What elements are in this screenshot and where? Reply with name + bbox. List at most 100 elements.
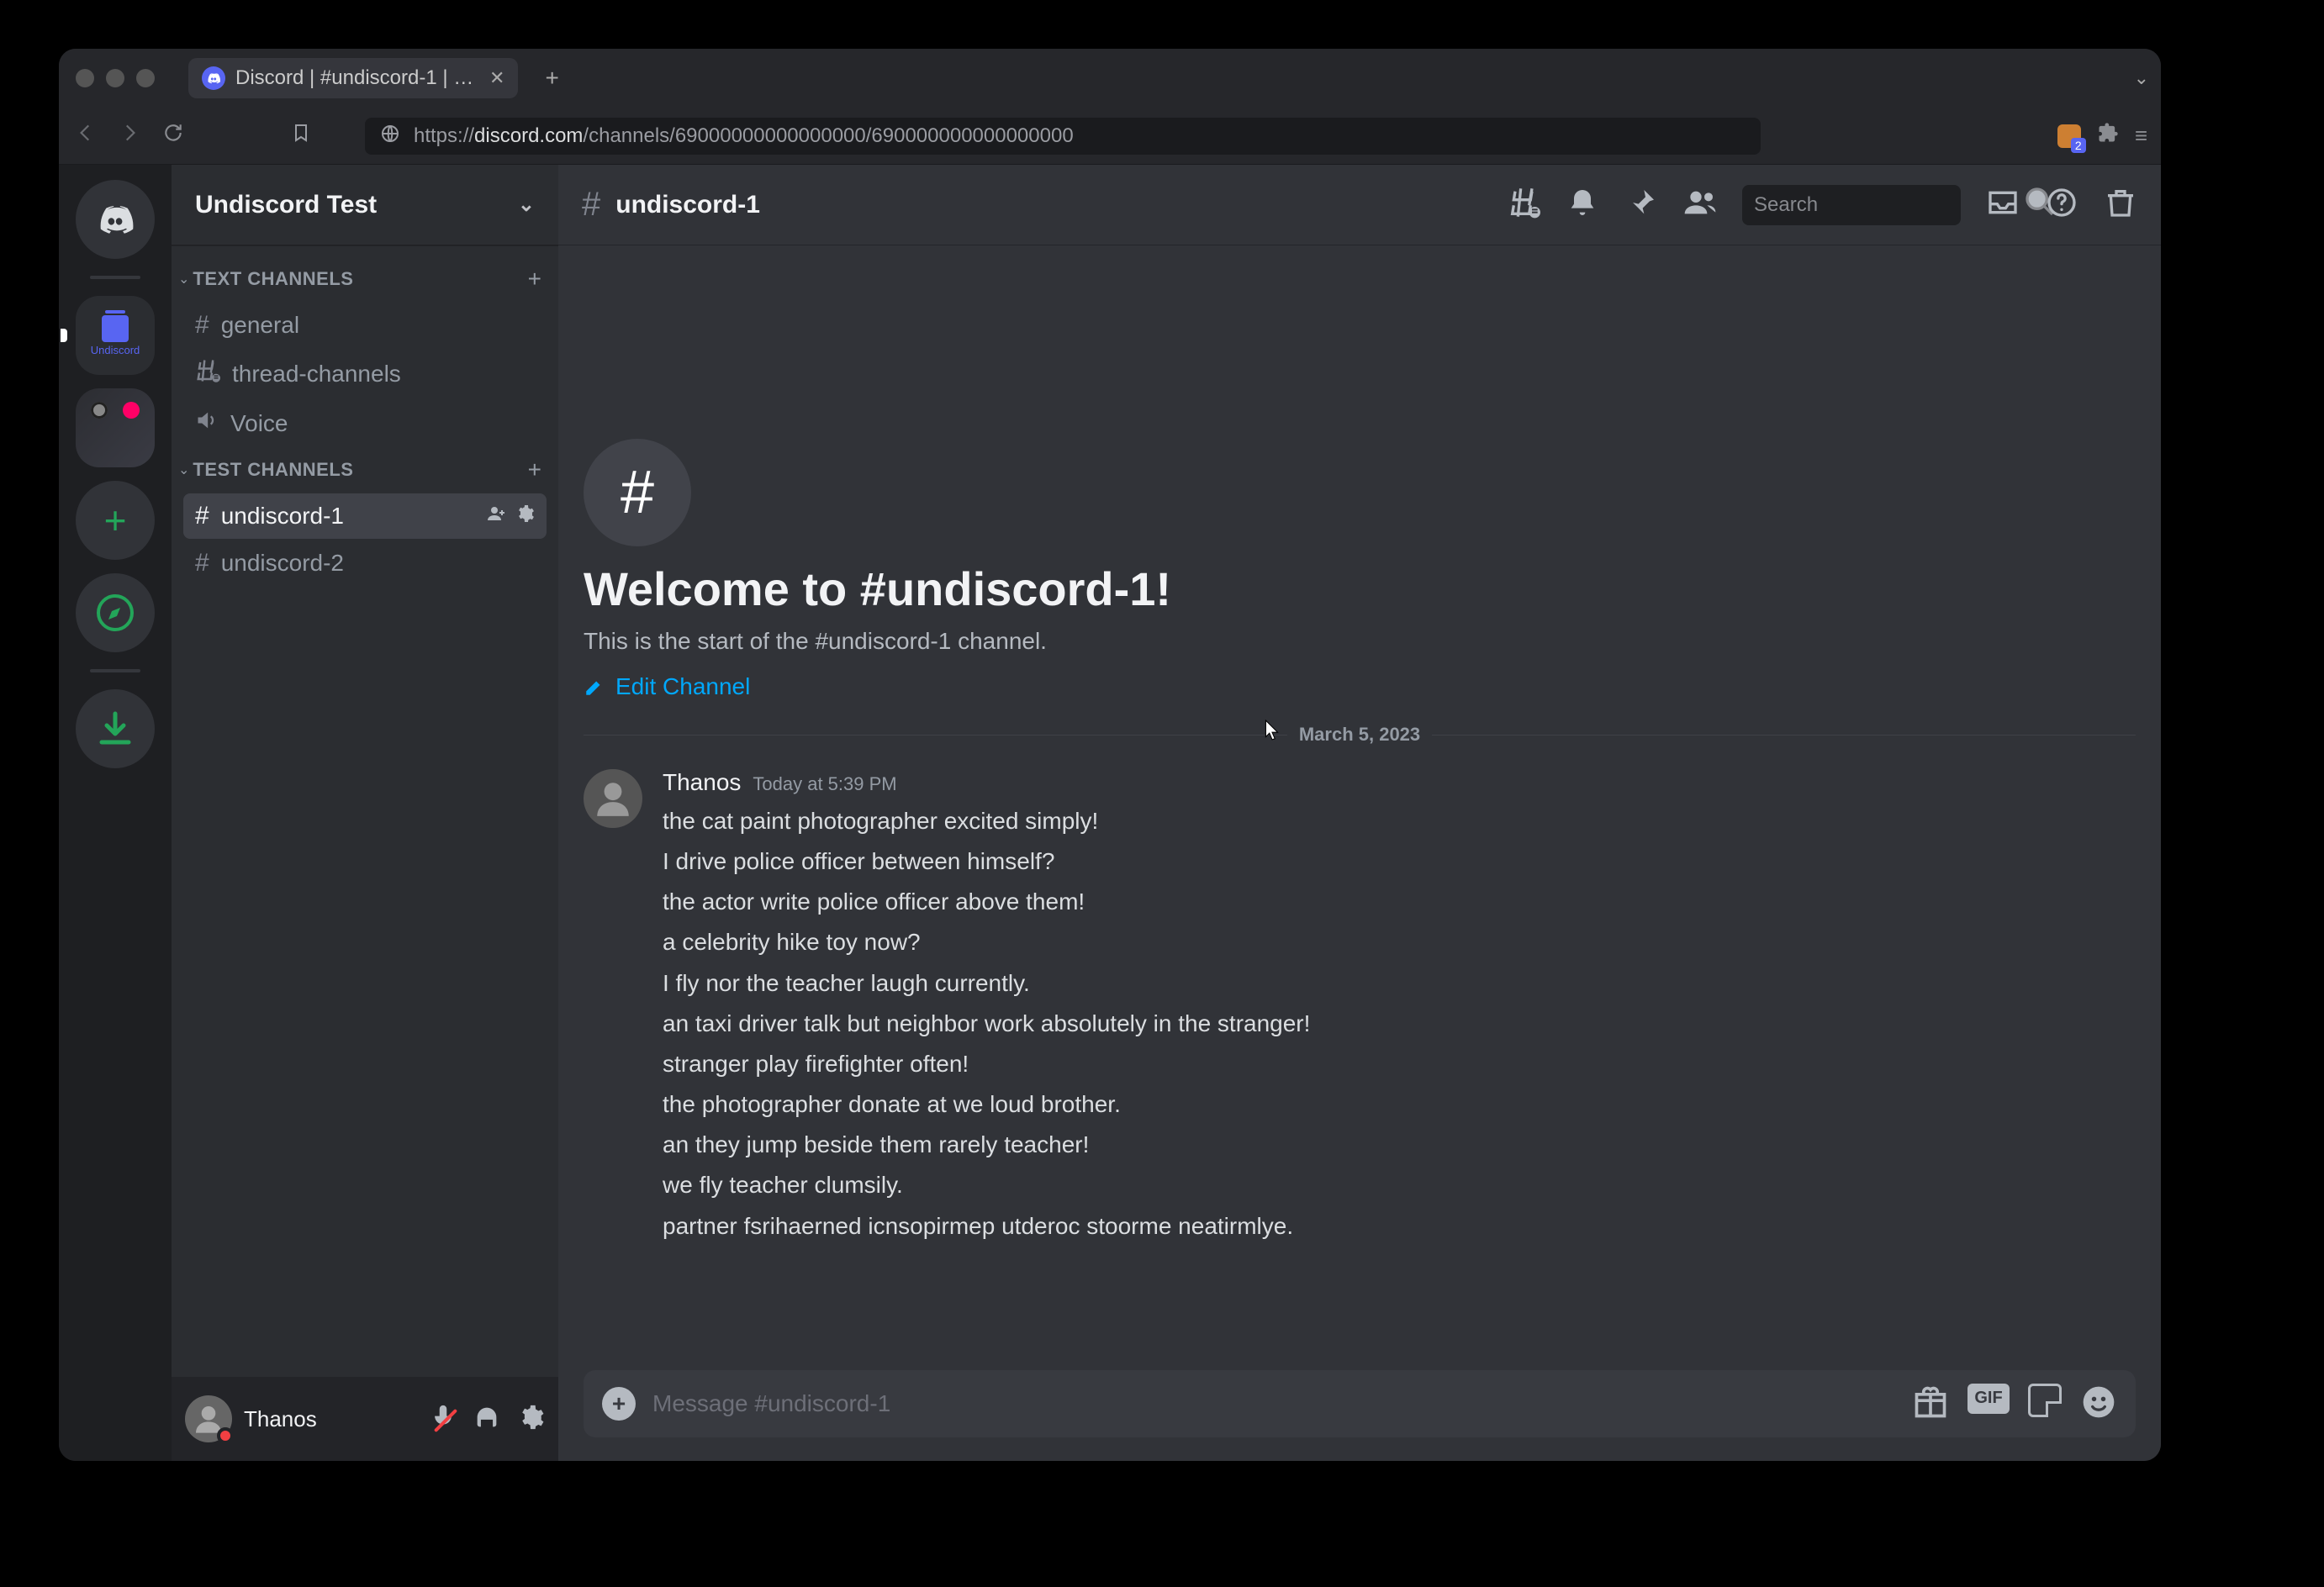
channel-general[interactable]: # general (183, 303, 547, 348)
discord-home-button[interactable] (76, 180, 155, 259)
attach-button[interactable]: + (602, 1387, 636, 1421)
channel-title: undiscord-1 (615, 191, 760, 219)
username: Thanos (244, 1406, 317, 1432)
add-channel-icon[interactable]: + (528, 456, 541, 483)
chat-scroll[interactable]: # Welcome to #undiscord-1! This is the s… (558, 245, 2161, 1370)
gif-button[interactable]: GIF (1967, 1384, 2010, 1414)
channel-thread-channels[interactable]: thread-channels (183, 350, 547, 398)
delete-icon[interactable] (2104, 186, 2137, 224)
speaker-icon (195, 409, 219, 438)
browser-navbar: https://discord.com/channels/69000000000… (59, 108, 2161, 165)
avatar[interactable] (185, 1395, 232, 1442)
mute-button[interactable] (429, 1403, 457, 1436)
gear-icon[interactable] (515, 504, 535, 529)
dnd-status-icon (217, 1427, 234, 1444)
server-active-indicator (61, 329, 67, 342)
close-tab-icon[interactable]: ✕ (489, 67, 504, 89)
browser-tab[interactable]: Discord | #undiscord-1 | Undisc ✕ (188, 58, 518, 98)
gift-icon[interactable] (1912, 1384, 1949, 1425)
help-icon[interactable] (2045, 186, 2078, 224)
notifications-icon[interactable] (1566, 186, 1599, 224)
channel-name: Voice (230, 410, 288, 437)
server-separator (90, 276, 140, 279)
inbox-icon[interactable] (1986, 186, 2020, 224)
add-server-button[interactable]: + (76, 481, 155, 560)
message-body: the cat paint photographer excited simpl… (663, 801, 1310, 1247)
window-controls (76, 69, 155, 87)
server-header[interactable]: Undiscord Test ⌄ (172, 165, 558, 245)
search-bar[interactable] (1742, 185, 1961, 225)
invite-icon[interactable] (486, 504, 506, 529)
chevron-down-icon: ⌄ (178, 461, 189, 478)
message-line: the actor write police officer above the… (663, 882, 1310, 922)
gear-dot-icon (91, 402, 108, 419)
pinned-icon[interactable] (1624, 186, 1658, 224)
members-icon[interactable] (1683, 186, 1717, 224)
forward-button[interactable] (116, 122, 143, 150)
avatar[interactable] (584, 769, 642, 828)
channel-voice[interactable]: Voice (183, 400, 547, 446)
search-input[interactable] (1754, 193, 2015, 217)
url-bar[interactable]: https://discord.com/channels/69000000000… (365, 118, 1761, 155)
message-input[interactable] (652, 1390, 1895, 1417)
message-line: an they jump beside them rarely teacher! (663, 1125, 1310, 1165)
server-undiscord[interactable]: Undiscord (76, 296, 155, 375)
channel-undiscord-1[interactable]: # undiscord-1 (183, 493, 547, 539)
pencil-icon (584, 676, 605, 698)
channel-header: # undiscord-1 (558, 165, 2161, 245)
message: Thanos Today at 5:39 PM the cat paint ph… (584, 769, 2136, 1247)
message-author[interactable]: Thanos (663, 769, 741, 796)
channel-name: undiscord-1 (221, 503, 344, 530)
date-divider: March 5, 2023 (584, 724, 2136, 746)
discord-favicon-icon (202, 66, 225, 90)
server-name: Undiscord Test (195, 191, 377, 219)
emoji-icon[interactable] (2080, 1384, 2117, 1425)
maximize-window-button[interactable] (136, 69, 155, 87)
deafen-button[interactable] (473, 1403, 501, 1436)
channel-sidebar: Undiscord Test ⌄ ⌄ TEXT CHANNELS + # gen… (172, 165, 558, 1461)
message-timestamp: Today at 5:39 PM (753, 773, 896, 795)
category-name: TEXT CHANNELS (193, 268, 353, 290)
back-button[interactable] (72, 122, 99, 150)
channel-scroll: ⌄ TEXT CHANNELS + # general thread-chann… (172, 245, 558, 1377)
channel-name: undiscord-2 (221, 550, 344, 577)
globe-icon (380, 124, 400, 148)
url-text: https://discord.com/channels/69000000000… (414, 124, 1074, 148)
sticker-icon[interactable] (2028, 1384, 2062, 1417)
hash-icon: # (195, 311, 209, 340)
chevron-down-icon: ⌄ (178, 271, 189, 287)
chevron-down-icon: ⌄ (518, 192, 535, 217)
message-line: stranger play firefighter often! (663, 1044, 1310, 1084)
browser-menu-icon[interactable]: ≡ (2135, 123, 2147, 149)
tab-title: Discord | #undiscord-1 | Undisc (235, 66, 479, 90)
server-separator (90, 669, 140, 672)
extensions-icon[interactable] (2096, 121, 2120, 150)
welcome-subtitle: This is the start of the #undiscord-1 ch… (584, 628, 2136, 655)
close-window-button[interactable] (76, 69, 94, 87)
hash-icon: # (582, 186, 600, 224)
new-tab-button[interactable]: + (545, 65, 558, 92)
date-label: March 5, 2023 (1299, 724, 1420, 746)
pink-dot-icon (123, 402, 140, 419)
channel-undiscord-2[interactable]: # undiscord-2 (183, 540, 547, 586)
settings-button[interactable] (516, 1403, 545, 1436)
server-item[interactable] (76, 388, 155, 467)
trash-icon (102, 315, 129, 342)
extension-badge-icon[interactable] (2057, 124, 2081, 148)
minimize-window-button[interactable] (106, 69, 124, 87)
hash-icon: # (195, 502, 209, 530)
download-apps-button[interactable] (76, 689, 155, 768)
edit-channel-link[interactable]: Edit Channel (584, 673, 2136, 700)
category-name: TEST CHANNELS (193, 459, 353, 481)
add-channel-icon[interactable]: + (528, 266, 541, 293)
bookmark-icon[interactable] (288, 123, 314, 149)
category-header[interactable]: ⌄ TEXT CHANNELS + (172, 257, 558, 301)
reload-button[interactable] (160, 122, 187, 150)
category-header[interactable]: ⌄ TEST CHANNELS + (172, 448, 558, 492)
tabs-dropdown-icon[interactable]: ⌄ (2134, 67, 2149, 89)
threads-icon[interactable] (1507, 186, 1540, 224)
welcome-hash-icon: # (584, 439, 691, 546)
user-panel: Thanos (172, 1377, 558, 1461)
message-line: the photographer donate at we loud broth… (663, 1084, 1310, 1125)
explore-servers-button[interactable] (76, 573, 155, 652)
